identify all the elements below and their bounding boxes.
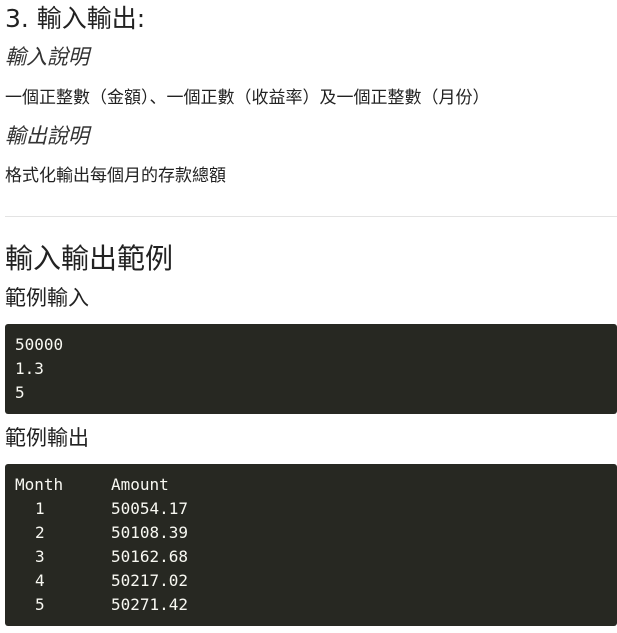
sample-input-line: 5 [15,383,25,402]
output-table-row: 1 50054.17 [15,497,617,521]
amount-cell: 50271.42 [111,595,189,614]
sample-input-line: 50000 [15,335,64,354]
amount-cell: 50108.39 [111,523,189,542]
output-table-row: 4 50217.02 [15,569,617,593]
examples-heading: 輸入輸出範例 [5,242,174,275]
amount-column-header: Amount [111,475,169,494]
section-divider [5,216,617,217]
section-title: 3. 輸入輸出: [5,4,146,33]
output-table-header: Month Amount [15,473,617,497]
month-cell: 2 [35,523,45,542]
output-table-row: 3 50162.68 [15,545,617,569]
input-description-heading: 輸入說明 [5,45,89,69]
month-cell: 4 [35,571,45,590]
amount-cell: 50217.02 [111,571,189,590]
sample-output-code-block: Month Amount 1 50054.17 2 50108.39 3 50162.68 4 5… [5,464,617,626]
sample-input-heading: 範例輸入 [5,286,89,310]
month-cell: 1 [35,499,45,518]
month-cell: 3 [35,547,45,566]
month-column-header: Month [15,475,64,494]
input-description-text: 一個正整數（金額）、一個正數（收益率）及一個正整數（月份） [5,88,490,108]
sample-output-heading: 範例輸出 [5,426,89,450]
output-table-row: 2 50108.39 [15,521,617,545]
output-table-row: 5 50271.42 [15,593,617,617]
month-cell: 5 [35,595,45,614]
sample-input-line: 1.3 [15,359,44,378]
output-description-text: 格式化輸出每個月的存款總額 [5,166,226,186]
output-description-heading: 輸出說明 [5,124,89,148]
amount-cell: 50162.68 [111,547,189,566]
sample-input-code-block: 50000 1.3 5 [5,324,617,414]
amount-cell: 50054.17 [111,499,189,518]
